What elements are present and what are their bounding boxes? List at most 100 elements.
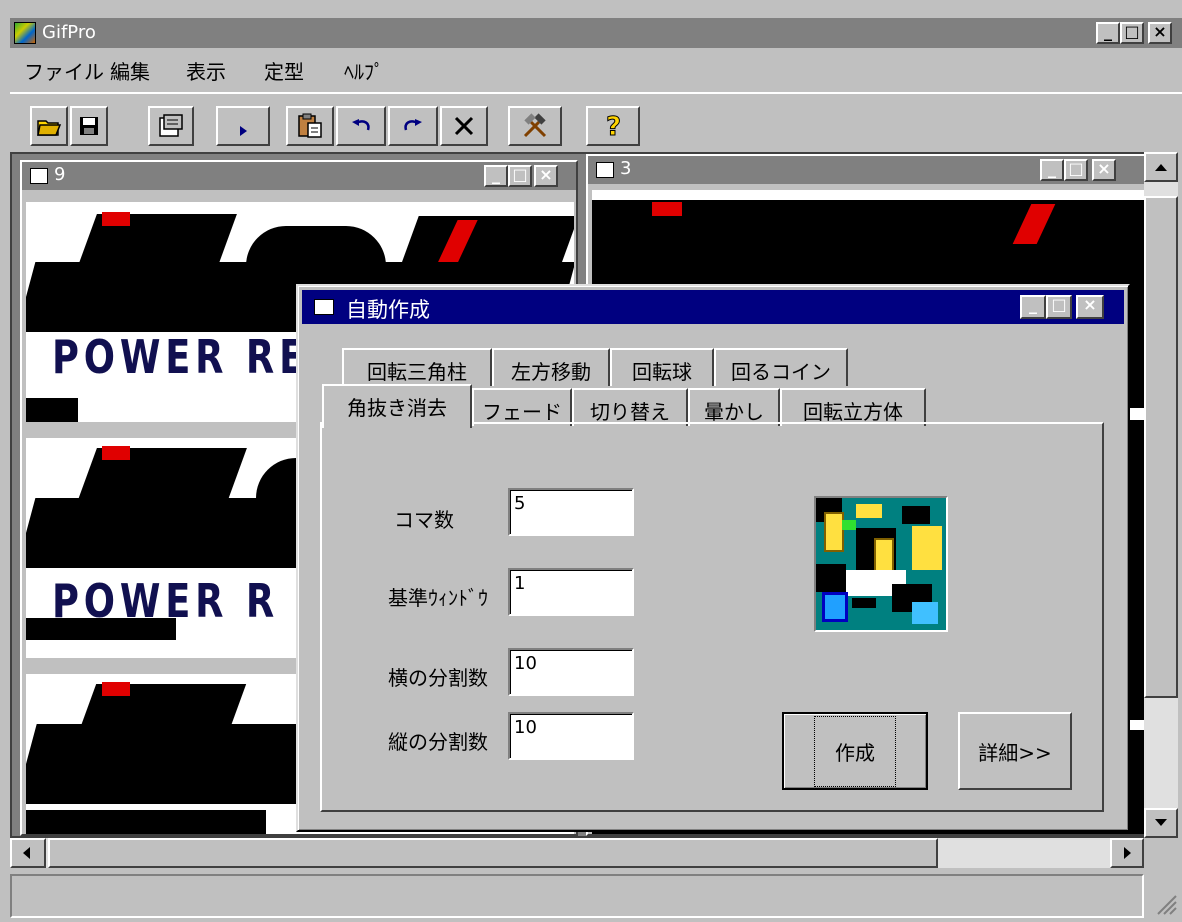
tab-spinning-coin[interactable]: 回るコイン — [714, 348, 848, 386]
arrow-right-icon — [1124, 847, 1131, 859]
save-button[interactable] — [70, 106, 108, 146]
maximize-icon: □ — [1051, 295, 1067, 314]
horizontal-divisions-input[interactable]: 10 — [508, 648, 634, 696]
app-title: GifPro — [42, 22, 96, 43]
help-question-icon: ? — [606, 112, 622, 142]
menu-help[interactable]: ﾍﾙﾌﾟ — [344, 56, 384, 85]
status-bar — [10, 874, 1182, 918]
close-icon: × — [1083, 295, 1097, 314]
tab-rotating-sphere[interactable]: 回転球 — [610, 348, 714, 386]
vertical-divisions-label: 縦の分割数 — [388, 730, 488, 754]
auto-create-dialog: 自動作成 _ □ × 回転三角柱 左方移動 回転球 回るコイン 角抜き消去 フェ… — [296, 284, 1130, 832]
undo-button[interactable] — [336, 106, 386, 146]
arrow-up-icon — [1155, 164, 1167, 171]
paste-button[interactable] — [286, 106, 334, 146]
banner-text: POWER RE — [52, 330, 310, 384]
menu-bar: ファイル 編集 表示 定型 ﾍﾙﾌﾟ — [10, 50, 1182, 90]
paste-icon — [298, 113, 322, 138]
dialog-close-button[interactable]: × — [1076, 295, 1104, 319]
horizontal-scroll-thumb[interactable] — [48, 838, 938, 868]
tab-rotating-cube[interactable]: 回転立方体 — [780, 388, 926, 426]
document-icon — [30, 168, 48, 184]
base-window-label: 基準ｳｨﾝﾄﾞｳ — [388, 586, 488, 610]
child3-minimize-button[interactable]: _ — [1040, 159, 1064, 181]
redo-button[interactable] — [388, 106, 438, 146]
minimize-icon: _ — [1048, 159, 1056, 178]
frame-count-label: コマ数 — [394, 508, 454, 532]
save-disk-icon — [80, 117, 98, 135]
details-button-label: 詳細>> — [978, 740, 1052, 765]
create-button-label: 作成 — [814, 715, 896, 787]
maximize-icon: □ — [1068, 159, 1084, 178]
help-button[interactable]: ? — [586, 106, 640, 146]
vertical-scroll-thumb[interactable] — [1144, 196, 1178, 698]
menu-template[interactable]: 定型 — [264, 56, 304, 85]
vertical-scrollbar[interactable] — [1144, 152, 1178, 838]
close-icon: × — [1097, 159, 1111, 178]
status-panel — [10, 874, 1144, 918]
dialog-title: 自動作成 — [346, 298, 430, 322]
arrow-down-icon — [1155, 819, 1167, 826]
hammer-tools-icon — [523, 113, 547, 138]
play-button[interactable] — [216, 106, 270, 146]
minimize-icon: _ — [1029, 295, 1037, 314]
minimize-button[interactable]: _ — [1096, 22, 1120, 44]
tab-fade[interactable]: フェード — [472, 388, 572, 426]
folder-open-icon — [37, 120, 62, 136]
child9-close-button[interactable]: × — [534, 165, 558, 187]
play-icon — [240, 126, 247, 136]
preview-thumbnail — [814, 496, 948, 632]
close-button[interactable]: × — [1148, 22, 1172, 44]
maximize-icon: □ — [1124, 22, 1140, 41]
properties-icon — [159, 114, 183, 137]
resize-grip-icon[interactable] — [1152, 890, 1178, 916]
menu-file[interactable]: ファイル — [24, 56, 104, 85]
menu-view[interactable]: 表示 — [186, 56, 226, 85]
menu-edit[interactable]: 編集 — [110, 56, 150, 85]
undo-icon — [352, 119, 370, 131]
open-button[interactable] — [30, 106, 68, 146]
tab-rotating-prism[interactable]: 回転三角柱 — [342, 348, 492, 386]
dialog-maximize-button[interactable]: □ — [1046, 295, 1072, 319]
scroll-left-button[interactable] — [10, 838, 46, 868]
scroll-down-button[interactable] — [1144, 808, 1178, 838]
arrow-left-icon — [23, 847, 30, 859]
dialog-icon — [314, 299, 334, 315]
scroll-up-button[interactable] — [1144, 152, 1178, 182]
redo-icon — [404, 119, 422, 131]
svg-text:?: ? — [606, 112, 621, 141]
minimize-icon: _ — [492, 165, 500, 184]
child-window-3-title-bar[interactable]: 3 _ □ × — [588, 156, 1144, 184]
base-window-input[interactable]: 1 — [508, 568, 634, 616]
child-window-9-title-bar[interactable]: 9 _ □ × — [22, 162, 576, 190]
delete-x-icon — [454, 116, 474, 136]
scroll-right-button[interactable] — [1110, 838, 1144, 868]
tab-switch[interactable]: 切り替え — [572, 388, 688, 426]
tab-move-left[interactable]: 左方移動 — [492, 348, 610, 386]
toolbar: ? — [10, 92, 1182, 148]
child3-maximize-button[interactable]: □ — [1064, 159, 1088, 181]
dialog-title-bar[interactable]: 自動作成 _ □ × — [302, 290, 1124, 324]
horizontal-scrollbar[interactable] — [10, 838, 1144, 868]
app-title-bar[interactable]: GifPro _ □ × — [10, 18, 1182, 48]
document-icon — [596, 162, 614, 178]
frame-count-input[interactable]: 5 — [508, 488, 634, 536]
close-icon: × — [539, 165, 553, 184]
child9-maximize-button[interactable]: □ — [508, 165, 532, 187]
minimize-icon: _ — [1104, 22, 1112, 41]
tab-blur[interactable]: 暈かし — [688, 388, 780, 426]
dialog-minimize-button[interactable]: _ — [1020, 295, 1046, 319]
child9-minimize-button[interactable]: _ — [484, 165, 508, 187]
tab-corner-erase[interactable]: 角抜き消去 — [322, 384, 472, 428]
child-window-9-title: 9 — [54, 164, 66, 185]
properties-button[interactable] — [148, 106, 194, 146]
details-button[interactable]: 詳細>> — [958, 712, 1072, 790]
maximize-icon: □ — [512, 165, 528, 184]
create-button[interactable]: 作成 — [782, 712, 928, 790]
child-window-3-title: 3 — [620, 158, 632, 179]
tools-button[interactable] — [508, 106, 562, 146]
vertical-divisions-input[interactable]: 10 — [508, 712, 634, 760]
child3-close-button[interactable]: × — [1092, 159, 1116, 181]
maximize-button[interactable]: □ — [1120, 22, 1144, 44]
delete-button[interactable] — [440, 106, 488, 146]
